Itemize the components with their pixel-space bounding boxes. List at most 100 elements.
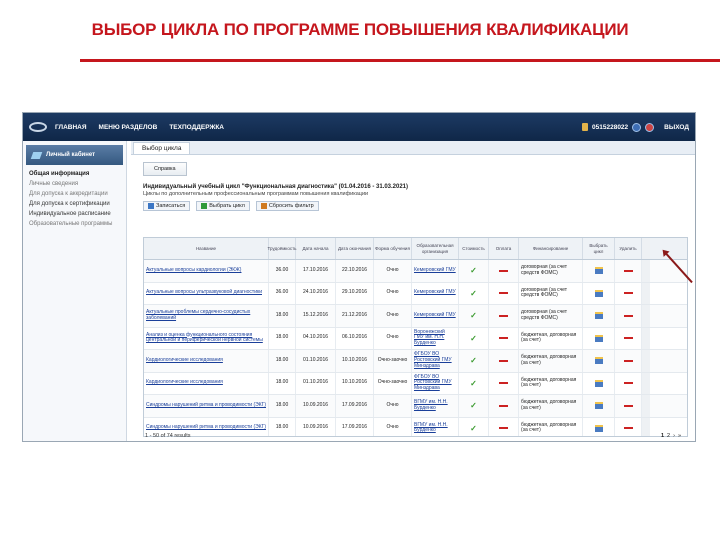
table-row[interactable]: Актуальные вопросы ультразвуковой диагно… — [144, 282, 687, 305]
sidebar-item-schedule[interactable]: Индивидуальное расписание — [23, 209, 126, 219]
minus-icon — [499, 269, 508, 272]
select-cycle-icon[interactable] — [594, 402, 603, 410]
remove-icon[interactable] — [623, 314, 633, 317]
select-cycle-button[interactable]: Выбрать цикл — [196, 201, 250, 211]
select-cycle-icon[interactable] — [594, 334, 603, 342]
cell-select — [583, 395, 615, 417]
col-org[interactable]: Образовательная организация — [412, 238, 459, 259]
cell-funding: договорная (за счет средств ФОМС) — [519, 305, 583, 327]
table-header: Название Трудоёмкость Дата начала Дата о… — [144, 238, 687, 260]
cell-hours: 18.00 — [269, 417, 296, 436]
tab-cycle-select[interactable]: Выбор цикла — [133, 142, 191, 154]
col-start[interactable]: Дата начала — [296, 238, 336, 259]
table-row[interactable]: Кардиологические исследования 18.00 01.10.… — [144, 350, 687, 373]
cell-payment — [489, 417, 519, 436]
cell-funding: договорная (за счет средств ФОМС) — [519, 282, 583, 304]
cell-form: Очно — [374, 260, 412, 282]
row-scroll-gutter — [642, 350, 650, 372]
help-button[interactable]: Справка — [143, 162, 187, 176]
cell-org-link[interactable]: ФГБОУ ВО Ростовский ГМУ Минздрава — [412, 372, 459, 394]
cell-funding: бюджетная, договорная (за счет) — [519, 327, 583, 349]
cell-org-link[interactable]: ФГБОУ ВО Ростовский ГМУ Минздрава — [412, 350, 459, 372]
sidebar-item-personal-data[interactable]: Личные сведения — [23, 179, 126, 189]
row-scroll-gutter — [642, 282, 650, 304]
select-cycle-icon[interactable] — [594, 312, 603, 320]
table-row[interactable]: Кардиологические исследования 18.00 01.10.… — [144, 372, 687, 395]
col-funding[interactable]: Финансирование — [519, 238, 583, 259]
select-cycle-icon[interactable] — [594, 289, 603, 297]
sidebar-item-programs[interactable]: Образовательные программы — [23, 219, 126, 229]
select-cycle-icon[interactable] — [594, 379, 603, 387]
sidebar-item-general-info[interactable]: Общая информация — [23, 169, 126, 179]
page-1[interactable]: 1 — [661, 433, 664, 439]
slide-title: ВЫБОР ЦИКЛА ПО ПРОГРАММЕ ПОВЫШЕНИЯ КВАЛИ… — [91, 20, 629, 39]
col-form[interactable]: Форма обучения — [374, 238, 412, 259]
cell-hours: 18.00 — [269, 350, 296, 372]
cycle-name-link[interactable]: Актуальные вопросы кардиологии (ЭКЖ) — [144, 260, 269, 282]
remove-icon[interactable] — [623, 359, 633, 362]
lock-icon — [582, 123, 589, 131]
cell-hours: 18.00 — [269, 372, 296, 394]
remove-icon[interactable] — [623, 337, 633, 340]
cell-org-link[interactable]: ВГМУ им. Н.Н. Бурденко — [412, 417, 459, 436]
col-hours[interactable]: Трудоёмкость — [268, 238, 296, 259]
cycle-name-link[interactable]: Синдромы нарушений ритма и проводимости … — [144, 395, 269, 417]
remove-icon[interactable] — [623, 269, 633, 272]
zoom-in-icon[interactable] — [632, 122, 642, 132]
sidebar-item-certification[interactable]: Для допуска к сертификации — [23, 199, 126, 209]
col-end[interactable]: Дата окончания — [336, 238, 374, 259]
enroll-button[interactable]: Записаться — [143, 201, 191, 211]
nav-home[interactable]: ГЛАВНАЯ — [55, 124, 87, 131]
reset-filter-button[interactable]: Сбросить фильтр — [255, 201, 319, 211]
cell-org-link[interactable]: ВГМУ им. Н.Н. Бурденко — [412, 395, 459, 417]
cell-remove — [615, 395, 642, 417]
cycle-name-link[interactable]: Кардиологические исследования — [144, 350, 269, 372]
remove-icon[interactable] — [623, 382, 633, 385]
table-scrollbar[interactable] — [642, 238, 650, 259]
page-2[interactable]: 2 — [667, 433, 670, 439]
cell-remove — [615, 417, 642, 436]
zoom-out-icon[interactable] — [645, 122, 655, 132]
page-last[interactable]: » — [678, 433, 681, 439]
cell-org-link[interactable]: Воронежский ГМУ им. Н.Н. Бурденко — [412, 327, 459, 349]
minus-icon — [499, 404, 508, 407]
table-row[interactable]: Актуальные проблемы сердечно-сосудистых … — [144, 305, 687, 328]
cell-payment — [489, 327, 519, 349]
minus-icon — [499, 337, 508, 340]
table-row[interactable]: Синдромы нарушений ритма и проводимости … — [144, 417, 687, 436]
col-select[interactable]: Выбрать цикл — [583, 238, 615, 259]
cell-remove — [615, 350, 642, 372]
cycle-name-link[interactable]: Анализ и оценка функционального состояни… — [144, 327, 269, 349]
select-cycle-icon[interactable] — [594, 357, 603, 365]
table-body: Актуальные вопросы кардиологии (ЭКЖ) 36.0… — [144, 260, 687, 436]
table-row[interactable]: Синдромы нарушений ритма и проводимости … — [144, 395, 687, 418]
cell-org-link[interactable]: Кемеровский ГМУ — [412, 260, 459, 282]
cell-cost: ✓ — [459, 305, 489, 327]
enroll-icon — [148, 203, 154, 209]
exit-button[interactable]: ВЫХОД — [664, 124, 689, 131]
cell-org-link[interactable]: Кемеровский ГМУ — [412, 282, 459, 304]
cycle-name-link[interactable]: Кардиологические исследования — [144, 372, 269, 394]
remove-icon[interactable] — [623, 404, 633, 407]
col-remove[interactable]: Удалить — [615, 238, 642, 259]
remove-icon[interactable] — [623, 292, 633, 295]
nav-support[interactable]: ТЕХПОДДЕРЖКА — [169, 124, 224, 131]
remove-icon[interactable] — [623, 427, 633, 430]
nav-sections-menu[interactable]: МЕНЮ РАЗДЕЛОВ — [99, 124, 158, 131]
col-cost[interactable]: Стоимость — [459, 238, 489, 259]
sidebar-item-accreditation[interactable]: Для допуска к аккредитации — [23, 189, 126, 199]
table-row[interactable]: Актуальные вопросы кардиологии (ЭКЖ) 36.0… — [144, 260, 687, 283]
cell-org-link[interactable]: Кемеровский ГМУ — [412, 305, 459, 327]
col-payment[interactable]: Оплата — [489, 238, 519, 259]
select-cycle-icon[interactable] — [594, 424, 603, 432]
cell-start: 10.09.2016 — [296, 417, 336, 436]
cell-select — [583, 260, 615, 282]
cabinet-header[interactable]: Личный кабинет — [26, 145, 123, 165]
select-cycle-icon[interactable] — [594, 267, 603, 275]
col-name[interactable]: Название — [144, 238, 269, 259]
cycle-name-link[interactable]: Актуальные вопросы ультразвуковой диагно… — [144, 282, 269, 304]
page-next[interactable]: › — [673, 433, 675, 439]
table-row[interactable]: Анализ и оценка функционального состояни… — [144, 327, 687, 350]
cell-hours: 36.00 — [269, 282, 296, 304]
cycle-name-link[interactable]: Актуальные проблемы сердечно-сосудистых … — [144, 305, 269, 327]
